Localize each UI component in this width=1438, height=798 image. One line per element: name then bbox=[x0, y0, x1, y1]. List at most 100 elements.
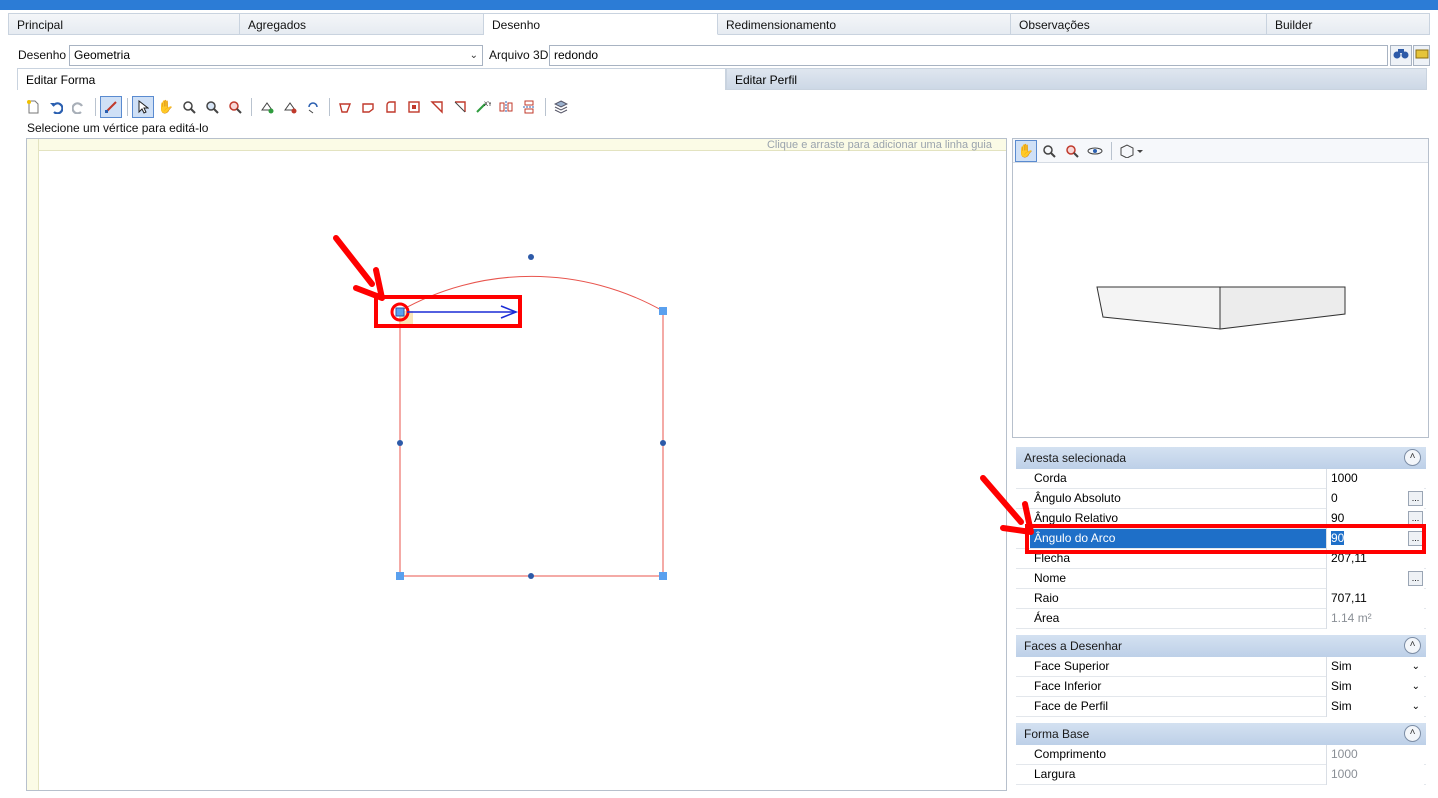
shape-5-icon[interactable] bbox=[426, 96, 448, 118]
property-value-text: 1.14 m² bbox=[1331, 611, 1372, 625]
property-value[interactable]: Sim ⌄ bbox=[1326, 697, 1424, 717]
vertex-handle-top-right[interactable] bbox=[659, 307, 667, 315]
collapse-icon[interactable]: ˄ bbox=[1404, 725, 1421, 742]
flip-icon[interactable] bbox=[518, 96, 540, 118]
property-row[interactable]: Raio 707,11 bbox=[1016, 589, 1426, 609]
arquivo-3d-input[interactable]: redondo bbox=[549, 45, 1388, 66]
panel-title: Faces a Desenhar bbox=[1024, 639, 1123, 653]
tab-principal[interactable]: Principal bbox=[8, 13, 240, 35]
vertex-handle-bottom-right[interactable] bbox=[659, 572, 667, 580]
add-vertex-icon[interactable] bbox=[256, 96, 278, 118]
property-name: Comprimento bbox=[1034, 747, 1107, 761]
preview-3d[interactable]: ✋ bbox=[1012, 138, 1429, 438]
shape-outline[interactable] bbox=[399, 311, 664, 577]
remove-vertex-icon[interactable] bbox=[279, 96, 301, 118]
panel-faces-a-desenhar: Faces a Desenhar ˄ Face Superior Sim ⌄ Face… bbox=[1016, 635, 1426, 717]
ellipsis-button[interactable]: ... bbox=[1408, 571, 1423, 586]
ellipsis-button[interactable]: ... bbox=[1408, 491, 1423, 506]
edit-vertex-icon[interactable] bbox=[100, 96, 122, 118]
collapse-icon[interactable]: ˄ bbox=[1404, 449, 1421, 466]
desenho-select[interactable]: Geometria ⌄ bbox=[69, 45, 483, 66]
property-value[interactable]: 1000 bbox=[1326, 469, 1424, 489]
property-value[interactable]: Sim ⌄ bbox=[1326, 677, 1424, 697]
annotation-arrow-icon bbox=[980, 475, 1034, 535]
zoom-window-icon[interactable] bbox=[1061, 140, 1083, 162]
property-row[interactable]: Corda 1000 bbox=[1016, 469, 1426, 489]
window-top-bar bbox=[0, 0, 1438, 10]
tab-observacoes[interactable]: Observações bbox=[1011, 13, 1267, 35]
zoom-window-icon[interactable] bbox=[224, 96, 246, 118]
property-value-text: Sim bbox=[1331, 659, 1352, 673]
arc-midpoint-handle[interactable] bbox=[528, 254, 534, 260]
orbit-icon[interactable] bbox=[1084, 140, 1106, 162]
tab-builder[interactable]: Builder bbox=[1267, 13, 1430, 35]
collapse-icon[interactable]: ˄ bbox=[1404, 637, 1421, 654]
property-row[interactable]: Face de Perfil Sim ⌄ bbox=[1016, 697, 1426, 717]
left-edge-midpoint-handle[interactable] bbox=[397, 440, 403, 446]
new-icon[interactable] bbox=[22, 96, 44, 118]
shape-6-icon[interactable] bbox=[449, 96, 471, 118]
layers-icon[interactable] bbox=[550, 96, 572, 118]
toolbar-separator bbox=[545, 98, 546, 116]
property-value: 1000 bbox=[1326, 765, 1424, 785]
folder-button[interactable] bbox=[1413, 45, 1430, 66]
preview-toolbar: ✋ bbox=[1013, 139, 1428, 163]
select-icon[interactable] bbox=[132, 96, 154, 118]
property-name: Nome bbox=[1034, 571, 1067, 585]
property-name: Largura bbox=[1034, 767, 1076, 781]
property-value[interactable]: 707,11 bbox=[1326, 589, 1424, 609]
preview-model bbox=[1096, 286, 1346, 330]
property-value[interactable]: Sim ⌄ bbox=[1326, 657, 1424, 677]
tab-editar-perfil[interactable]: Editar Perfil bbox=[726, 68, 1427, 90]
property-row[interactable]: Área 1.14 m² bbox=[1016, 609, 1426, 629]
right-edge-midpoint-handle[interactable] bbox=[660, 440, 666, 446]
shape-toolbar: ✋ XY bbox=[22, 95, 573, 119]
toolbar-separator bbox=[1111, 141, 1112, 160]
property-value-text: 0 bbox=[1331, 491, 1338, 505]
tab-agregados[interactable]: Agregados bbox=[240, 13, 484, 35]
property-row[interactable]: Comprimento 1000 bbox=[1016, 745, 1426, 765]
shape-3-icon[interactable] bbox=[380, 96, 402, 118]
rotate-icon[interactable] bbox=[302, 96, 324, 118]
pan-icon[interactable]: ✋ bbox=[155, 96, 177, 118]
panel-header[interactable]: Aresta selecionada ˄ bbox=[1016, 447, 1426, 469]
panel-title: Aresta selecionada bbox=[1024, 451, 1127, 465]
tab-redimensionamento[interactable]: Redimensionamento bbox=[718, 13, 1011, 35]
panel-header[interactable]: Faces a Desenhar ˄ bbox=[1016, 635, 1426, 657]
toolbar-separator bbox=[329, 98, 330, 116]
vertex-handle-bottom-left[interactable] bbox=[396, 572, 404, 580]
annotation-box-vertex bbox=[374, 295, 522, 328]
shape-canvas[interactable]: Clique e arraste para adicionar uma linh… bbox=[26, 138, 1007, 791]
property-value[interactable]: ... bbox=[1326, 569, 1424, 589]
undo-icon[interactable] bbox=[45, 96, 67, 118]
desenho-select-value: Geometria bbox=[74, 48, 131, 62]
view-cube-dropdown[interactable] bbox=[1116, 140, 1146, 162]
redo-icon[interactable] bbox=[68, 96, 90, 118]
property-row[interactable]: Face Superior Sim ⌄ bbox=[1016, 657, 1426, 677]
property-row[interactable]: Face Inferior Sim ⌄ bbox=[1016, 677, 1426, 697]
pan-icon[interactable]: ✋ bbox=[1015, 139, 1037, 162]
property-name: Corda bbox=[1034, 471, 1067, 485]
panel-header[interactable]: Forma Base ˄ bbox=[1016, 723, 1426, 745]
property-row[interactable]: Largura 1000 bbox=[1016, 765, 1426, 785]
xy-axis-icon[interactable]: XY bbox=[472, 96, 494, 118]
property-value[interactable]: 0... bbox=[1326, 489, 1424, 509]
shape-2-icon[interactable] bbox=[357, 96, 379, 118]
property-row[interactable]: Ângulo Absoluto 0... bbox=[1016, 489, 1426, 509]
tab-desenho[interactable]: Desenho bbox=[484, 13, 718, 35]
property-name: Face de Perfil bbox=[1034, 699, 1109, 713]
chevron-down-icon: ⌄ bbox=[1411, 701, 1420, 712]
shape-4-icon[interactable] bbox=[403, 96, 425, 118]
zoom-in-icon[interactable] bbox=[1038, 140, 1060, 162]
shape-1-icon[interactable] bbox=[334, 96, 356, 118]
tab-editar-forma[interactable]: Editar Forma bbox=[17, 68, 726, 90]
zoom-in-icon[interactable] bbox=[178, 96, 200, 118]
property-name: Raio bbox=[1034, 591, 1059, 605]
binoculars-button[interactable] bbox=[1390, 45, 1412, 66]
toolbar-separator bbox=[127, 98, 128, 116]
mirror-icon[interactable] bbox=[495, 96, 517, 118]
property-row[interactable]: Nome... bbox=[1016, 569, 1426, 589]
bottom-edge-midpoint-handle[interactable] bbox=[528, 573, 534, 579]
zoom-out-icon[interactable] bbox=[201, 96, 223, 118]
property-name: Face Inferior bbox=[1034, 679, 1102, 693]
